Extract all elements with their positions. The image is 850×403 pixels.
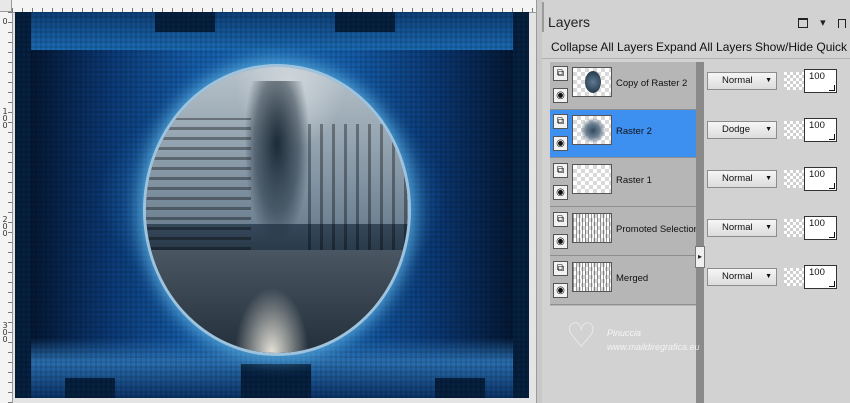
opacity-value: 100: [809, 218, 825, 229]
photo-storm-smoke: [245, 81, 309, 239]
opacity-value: 100: [809, 71, 825, 82]
layer-thumbnail: [572, 262, 612, 292]
layer-row[interactable]: ⧉ ◉ Copy of Raster 2: [550, 62, 696, 110]
canvas-area[interactable]: 0 1 0 0 2 0 0 3 0 0: [0, 0, 536, 403]
link-icon[interactable]: ⧉: [553, 66, 568, 81]
photo-wet-street: [146, 250, 408, 353]
expand-all-layers-button[interactable]: Expand All Layers: [656, 40, 752, 54]
blend-mode-select[interactable]: Normal ▼: [707, 268, 777, 286]
circular-city-photo: [146, 67, 408, 353]
dropdown-arrow-icon: ▼: [765, 224, 772, 231]
layer-properties: Normal ▼ 100: [704, 62, 850, 110]
heart-icon: ♡: [566, 316, 597, 356]
eye-icon[interactable]: ◉: [553, 234, 568, 249]
opacity-value: 100: [809, 267, 825, 278]
dropdown-arrow-icon: ▼: [765, 126, 772, 133]
link-icon[interactable]: ⧉: [553, 212, 568, 227]
layer-row[interactable]: ⧉ ◉ Promoted Selection: [550, 208, 699, 256]
palette-menu-button[interactable]: ▾: [820, 16, 826, 29]
resize-corner-icon: [829, 183, 835, 189]
layer-name: Raster 2: [616, 126, 652, 137]
link-icon[interactable]: ⧉: [553, 261, 568, 276]
ruler-corner: [0, 0, 12, 12]
opacity-value: 100: [809, 169, 825, 180]
eye-icon[interactable]: ◉: [553, 283, 568, 298]
layer-properties: Dodge ▼ 100: [704, 111, 850, 159]
resize-corner-icon: [829, 281, 835, 287]
layer-row-selected[interactable]: ⧉ ◉ Raster 2: [550, 110, 696, 158]
blend-mode-value: Normal: [722, 222, 753, 233]
dropdown-arrow-icon: ▼: [765, 273, 772, 280]
resize-corner-icon: [829, 85, 835, 91]
layer-thumbnail: [572, 115, 612, 145]
layer-row[interactable]: ⧉ ◉ Merged: [550, 257, 696, 305]
layer-name: Merged: [616, 273, 649, 284]
blend-mode-select[interactable]: Normal ▼: [707, 170, 777, 188]
opacity-field[interactable]: 100: [804, 216, 837, 240]
blend-mode-value: Normal: [722, 271, 753, 282]
opacity-field[interactable]: 100: [804, 69, 837, 93]
watermark-url: www.maildiregrafica.eu: [607, 342, 700, 352]
palette-window-controls: ▾ ✕: [798, 16, 850, 29]
vertical-ruler: 0 1 0 0 2 0 0 3 0 0: [0, 12, 13, 403]
ruler-label: 3 0 0: [2, 321, 8, 344]
layer-thumbnail: [572, 67, 612, 97]
image-canvas[interactable]: [15, 12, 529, 398]
eye-icon[interactable]: ◉: [553, 185, 568, 200]
watermark-name: Pinuccia: [607, 328, 642, 338]
layer-name: Promoted Selection: [616, 224, 699, 235]
collapse-all-layers-button[interactable]: Collapse All Layers: [551, 40, 653, 54]
link-icon[interactable]: ⧉: [553, 114, 568, 129]
eye-icon[interactable]: ◉: [553, 136, 568, 151]
layer-thumbnail: [572, 213, 612, 243]
blend-mode-select[interactable]: Normal ▼: [707, 219, 777, 237]
palette-title: Layers: [548, 14, 591, 30]
blend-mode-value: Dodge: [722, 124, 750, 135]
ruler-label: 2 0 0: [2, 215, 8, 238]
link-icon[interactable]: ⧉: [553, 163, 568, 178]
ruler-label: 0: [2, 17, 8, 26]
layers-toolbar: Collapse All Layers Expand All Layers Sh…: [542, 36, 850, 58]
layers-palette-header: Layers ▾ ✕: [542, 0, 850, 36]
show-hide-quick-search-button[interactable]: Show/Hide Quick S: [755, 40, 850, 54]
watermark: ♡ Pinuccia www.maildiregrafica.eu: [563, 318, 763, 362]
eye-icon[interactable]: ◉: [553, 88, 568, 103]
layer-thumbnail: [572, 164, 612, 194]
layer-list: ⧉ ◉ Copy of Raster 2 ⧉ ◉ Raster 2 ⧉ ◉ Ra…: [550, 62, 699, 306]
layer-properties: Normal ▼ 100: [704, 160, 850, 208]
opacity-field[interactable]: 100: [804, 265, 837, 289]
layer-properties: Normal ▼ 100: [704, 258, 850, 306]
layer-name: Copy of Raster 2: [616, 78, 688, 89]
layer-properties: Normal ▼ 100: [704, 209, 850, 257]
palette-grip[interactable]: [542, 2, 544, 32]
toolbar-divider: [542, 58, 850, 59]
blend-mode-value: Normal: [722, 75, 753, 86]
layer-row[interactable]: ⧉ ◉ Raster 1: [550, 159, 696, 207]
opacity-field[interactable]: 100: [804, 118, 837, 142]
resize-corner-icon: [829, 134, 835, 140]
blend-mode-select[interactable]: Normal ▼: [707, 72, 777, 90]
dropdown-arrow-icon: ▼: [765, 175, 772, 182]
opacity-value: 100: [809, 120, 825, 131]
layer-name: Raster 1: [616, 175, 652, 186]
restore-icon[interactable]: [798, 18, 808, 29]
opacity-field[interactable]: 100: [804, 167, 837, 191]
dropdown-arrow-icon: ▼: [765, 77, 772, 84]
blend-mode-select[interactable]: Dodge ▼: [707, 121, 777, 139]
blend-mode-value: Normal: [722, 173, 753, 184]
pin-icon[interactable]: [837, 18, 846, 28]
resize-corner-icon: [829, 232, 835, 238]
ruler-label: 1 0 0: [2, 107, 8, 130]
